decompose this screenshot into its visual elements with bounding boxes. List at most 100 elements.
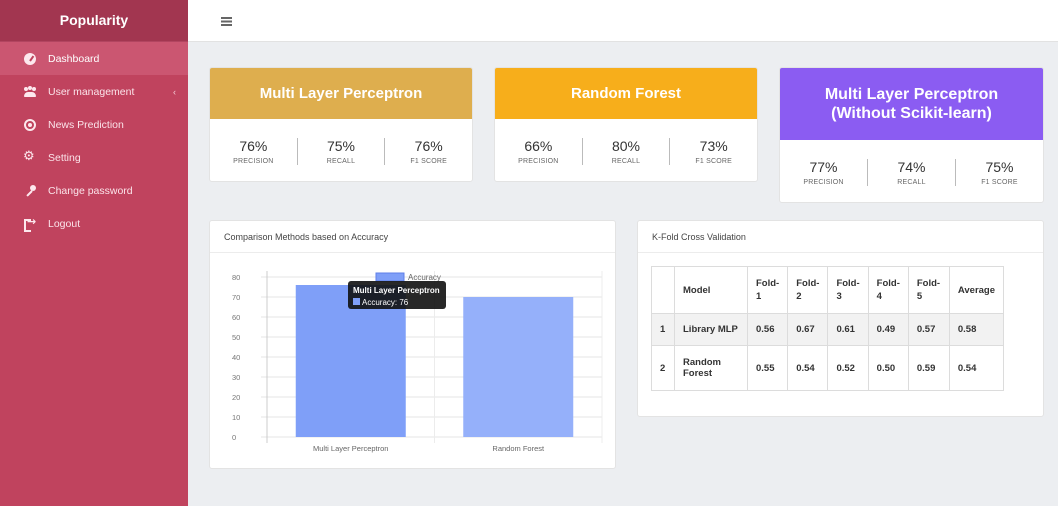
x-tick-label: Random Forest <box>492 444 545 453</box>
table-cell: 1 <box>651 313 675 346</box>
precision-stat: 77% PRECISION <box>780 159 867 186</box>
legend-swatch[interactable] <box>375 272 405 282</box>
y-tick-label: 80 <box>232 273 240 282</box>
y-tick-label: 20 <box>232 393 240 402</box>
recall-value: 74% <box>897 158 926 175</box>
f1-label: F1 SCORE <box>981 178 1018 186</box>
brand-title[interactable]: Popularity <box>0 0 188 42</box>
card-title-line2: (Without Scikit-learn) <box>831 105 992 122</box>
sidebar-item-setting[interactable]: Setting <box>0 141 188 174</box>
y-tick-label: 50 <box>232 333 240 342</box>
card-title: Random Forest <box>570 84 681 102</box>
sidebar: Popularity Dashboard User management ‹ N… <box>0 0 188 506</box>
hamburger-menu-icon[interactable] <box>221 17 232 19</box>
y-tick-label: 40 <box>232 353 240 362</box>
tooltip-value: Accuracy: 76 <box>362 298 409 307</box>
column-header: Fold- 5 <box>907 266 950 314</box>
table-cell: 0.58 <box>948 313 1005 346</box>
table-row: 1 Library MLP 0.56 0.67 0.61 0.49 0.57 0… <box>651 313 1005 346</box>
table-header-row: Model Fold- 1 Fold- 2 Fold- 3 Fold- 4 Fold- 5… <box>651 266 1005 314</box>
sidebar-item-user-management[interactable]: User management ‹ <box>0 75 188 108</box>
card-rf-header: Random Forest <box>495 68 757 119</box>
f1-label: F1 SCORE <box>410 157 447 165</box>
f1-stat: 73% F1 SCORE <box>669 137 757 165</box>
card-mlp-noscikit-header: Multi Layer Perceptron (Without Scikit-l… <box>780 68 1043 140</box>
table-cell: 0.54 <box>948 345 1005 391</box>
table-cell: 0.52 <box>827 345 869 391</box>
column-header: Fold- 3 <box>827 266 869 314</box>
card-mlp-stats: 76% PRECISION 75% RECALL 76% F1 SCORE <box>210 119 472 181</box>
table-cell: 2 <box>651 345 675 391</box>
card-mlp-noscikit-stats: 77% PRECISION 74% RECALL 75% F1 SCORE <box>780 140 1043 202</box>
card-mlp-header: Multi Layer Perceptron <box>210 68 472 119</box>
gear-icon <box>23 149 36 164</box>
precision-label: PRECISION <box>803 178 844 186</box>
kfold-panel: K-Fold Cross Validation Model Fold- 1 Fol… <box>637 220 1044 417</box>
y-tick-label: 30 <box>232 373 240 382</box>
card-title-line1: Multi Layer Perceptron <box>824 85 999 103</box>
chevron-left-icon: ‹ <box>173 86 176 97</box>
sidebar-item-change-password[interactable]: Change password <box>0 174 188 207</box>
recall-label: RECALL <box>326 157 356 165</box>
precision-stat: 76% PRECISION <box>210 138 297 165</box>
table-cell: 0.61 <box>827 313 869 346</box>
sidebar-item-label: News Prediction <box>48 118 124 131</box>
card-random-forest: Random Forest 66% PRECISION 80% RECALL 7… <box>494 67 758 182</box>
sidebar-item-dashboard[interactable]: Dashboard <box>0 42 188 75</box>
recall-label: RECALL <box>611 157 641 165</box>
logout-icon <box>24 215 36 232</box>
recall-value: 80% <box>611 137 641 154</box>
tooltip-title: Multi Layer Perceptron <box>353 286 440 295</box>
sidebar-item-logout[interactable]: Logout <box>0 207 188 240</box>
sidebar-item-label: Setting <box>48 151 81 164</box>
f1-stat: 76% F1 SCORE <box>384 137 472 165</box>
table-cell: 0.56 <box>746 313 789 346</box>
target-icon <box>24 118 36 131</box>
dashboard-icon <box>24 52 36 65</box>
table-cell: Random Forest <box>674 345 748 391</box>
table-cell: 0.49 <box>867 313 909 346</box>
sidebar-item-news-prediction[interactable]: News Prediction <box>0 108 188 141</box>
column-header: Average <box>948 266 1005 314</box>
card-rf-stats: 66% PRECISION 80% RECALL 73% F1 SCORE <box>495 119 757 181</box>
table-row: 2 Random Forest 0.55 0.54 0.52 0.50 0.59 … <box>651 345 1005 391</box>
accuracy-chart-panel: Comparison Methods based on Accuracy 0 10… <box>209 220 616 469</box>
topbar <box>188 0 1058 42</box>
y-tick-label: 10 <box>232 413 240 422</box>
sidebar-item-label: Dashboard <box>48 52 100 65</box>
users-icon <box>24 86 36 98</box>
card-mlp: Multi Layer Perceptron 76% PRECISION 75%… <box>209 67 473 182</box>
column-header: Fold- 4 <box>867 266 909 314</box>
panel-title: Comparison Methods based on Accuracy <box>210 221 615 253</box>
precision-label: PRECISION <box>518 157 559 165</box>
f1-value: 76% <box>414 137 443 154</box>
y-tick-label: 0 <box>232 433 236 442</box>
y-tick-label: 60 <box>232 313 240 322</box>
table-cell: Library MLP <box>674 313 748 346</box>
table-cell: 0.67 <box>787 313 829 346</box>
chart-tooltip: Multi Layer Perceptron Accuracy: 76 <box>348 281 446 309</box>
accuracy-bar-chart[interactable]: 0 10 20 30 40 50 60 70 80 Multi Layer Perceptron… <box>210 254 615 469</box>
table-cell: 0.50 <box>867 345 909 391</box>
card-title: Multi Layer Perceptron <box>259 84 423 102</box>
table-cell: 0.54 <box>787 345 829 391</box>
card-mlp-without-scikit: Multi Layer Perceptron (Without Scikit-l… <box>779 67 1044 203</box>
recall-stat: 74% RECALL <box>867 158 955 186</box>
precision-value: 76% <box>239 137 268 154</box>
f1-label: F1 SCORE <box>695 157 732 165</box>
recall-value: 75% <box>326 137 356 154</box>
column-header: Fold- 2 <box>787 266 829 314</box>
sidebar-item-label: Change password <box>48 184 133 197</box>
y-tick-label: 70 <box>232 293 240 302</box>
bar-random-forest[interactable] <box>463 297 574 437</box>
table-cell: 0.59 <box>907 345 950 391</box>
precision-value: 77% <box>809 158 838 175</box>
precision-label: PRECISION <box>233 157 274 165</box>
precision-value: 66% <box>524 137 553 154</box>
legend-label: Accuracy <box>408 273 441 282</box>
column-header <box>651 266 675 314</box>
recall-label: RECALL <box>897 178 926 186</box>
sidebar-item-label: Logout <box>48 217 81 230</box>
column-header: Model <box>674 266 748 314</box>
f1-stat: 75% F1 SCORE <box>955 158 1043 186</box>
